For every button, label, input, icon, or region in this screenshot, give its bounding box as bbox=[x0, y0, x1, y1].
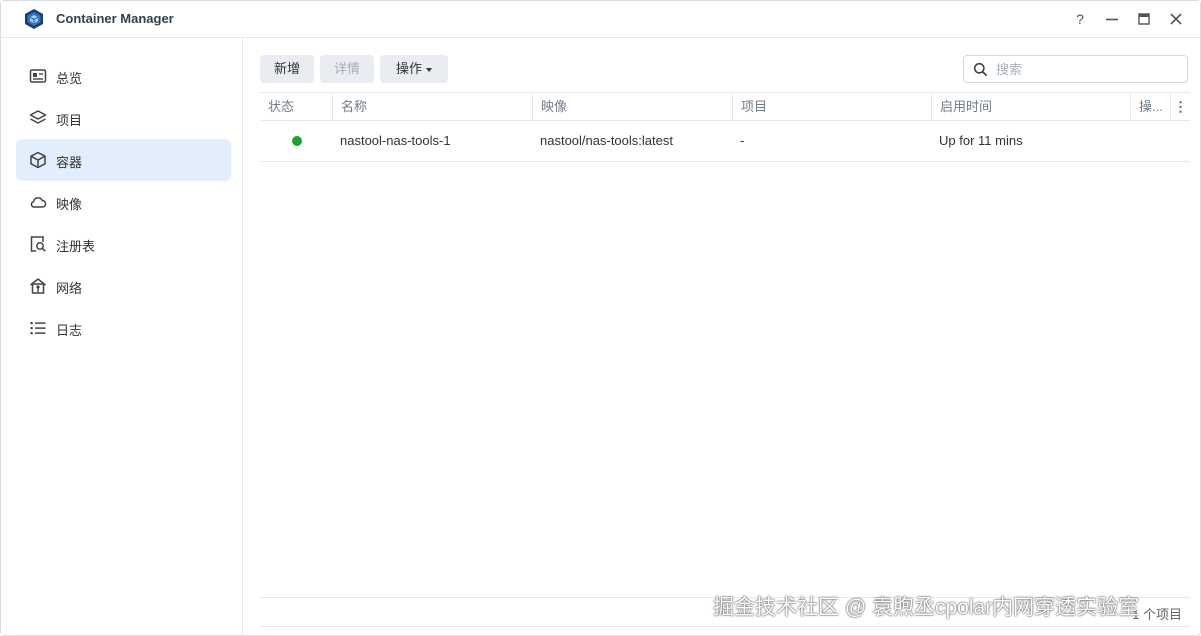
new-button[interactable]: 新增 bbox=[260, 55, 314, 83]
status-cell bbox=[260, 121, 332, 161]
minimize-button[interactable] bbox=[1102, 9, 1122, 29]
search-icon bbox=[973, 62, 988, 77]
sidebar-item-label: 项目 bbox=[56, 113, 83, 128]
app-title: Container Manager bbox=[56, 11, 174, 26]
actions-label: 操作 bbox=[395, 61, 422, 76]
container-project: - bbox=[740, 133, 745, 148]
column-header-uptime[interactable]: 启用时间 bbox=[931, 93, 1130, 121]
network-home-icon bbox=[30, 278, 46, 294]
layers-icon bbox=[29, 110, 47, 124]
sidebar-item-containers[interactable]: 容器 bbox=[16, 139, 231, 181]
sidebar-item-label: 容器 bbox=[56, 155, 83, 170]
table-row[interactable]: nastool-nas-tools-1 nastool/nas-tools:la… bbox=[260, 121, 1190, 162]
search-box[interactable] bbox=[963, 55, 1188, 83]
sidebar: 总览 项目 容器 映像 注册表 网络 日志 bbox=[1, 38, 243, 635]
watermark-text: 掘金技术社区 @ 袁煦丞cpolar内网穿透实验室 bbox=[713, 596, 1140, 619]
sidebar-item-images[interactable]: 映像 bbox=[16, 181, 231, 223]
table-header: 状态 名称 映像 项目 启用时间 操... bbox=[260, 92, 1190, 121]
sidebar-item-label: 总览 bbox=[56, 71, 83, 86]
sidebar-item-registry[interactable]: 注册表 bbox=[16, 223, 231, 265]
sidebar-item-label: 网络 bbox=[56, 281, 83, 296]
maximize-button[interactable] bbox=[1134, 9, 1154, 29]
sidebar-item-overview[interactable]: 总览 bbox=[16, 55, 231, 97]
details-button[interactable]: 详情 bbox=[320, 55, 374, 83]
sidebar-item-logs[interactable]: 日志 bbox=[16, 307, 231, 349]
sidebar-item-network[interactable]: 网络 bbox=[16, 265, 231, 307]
column-menu-icon[interactable] bbox=[1170, 93, 1190, 121]
search-input[interactable] bbox=[996, 60, 1181, 78]
footer-bottom-divider bbox=[260, 626, 1190, 627]
column-header-project[interactable]: 项目 bbox=[732, 93, 931, 121]
caret-down-icon bbox=[426, 67, 432, 72]
title-bar[interactable]: Container Manager ? bbox=[1, 1, 1200, 38]
main-panel: 新增 详情 操作 状态 名称 映像 项目 启用时间 操... bbox=[244, 38, 1200, 635]
column-header-status[interactable]: 状态 bbox=[260, 93, 332, 121]
container-name: nastool-nas-tools-1 bbox=[340, 133, 451, 148]
column-header-image[interactable]: 映像 bbox=[532, 93, 732, 121]
cube-icon bbox=[30, 151, 46, 169]
sidebar-item-projects[interactable]: 项目 bbox=[16, 97, 231, 139]
app-window: Container Manager ? 总览 项目 容器 映像 注册表 网络 日… bbox=[0, 0, 1201, 636]
container-manager-logo-icon bbox=[25, 9, 43, 29]
help-button[interactable]: ? bbox=[1070, 9, 1090, 29]
container-image: nastool/nas-tools:latest bbox=[540, 133, 673, 148]
sidebar-item-label: 注册表 bbox=[56, 239, 96, 254]
running-status-icon bbox=[292, 136, 302, 146]
sidebar-item-label: 映像 bbox=[56, 197, 83, 212]
cloud-icon bbox=[30, 197, 47, 208]
container-uptime: Up for 11 mins bbox=[939, 133, 1023, 148]
list-icon bbox=[30, 322, 46, 335]
actions-dropdown-button[interactable]: 操作 bbox=[380, 55, 448, 83]
column-header-name[interactable]: 名称 bbox=[332, 93, 532, 121]
registry-search-icon bbox=[30, 236, 46, 252]
item-count: 1 个项目 bbox=[1132, 607, 1182, 622]
close-button[interactable] bbox=[1166, 9, 1186, 29]
overview-icon bbox=[29, 69, 47, 83]
column-header-actions[interactable]: 操... bbox=[1130, 93, 1170, 121]
sidebar-item-label: 日志 bbox=[56, 323, 83, 338]
